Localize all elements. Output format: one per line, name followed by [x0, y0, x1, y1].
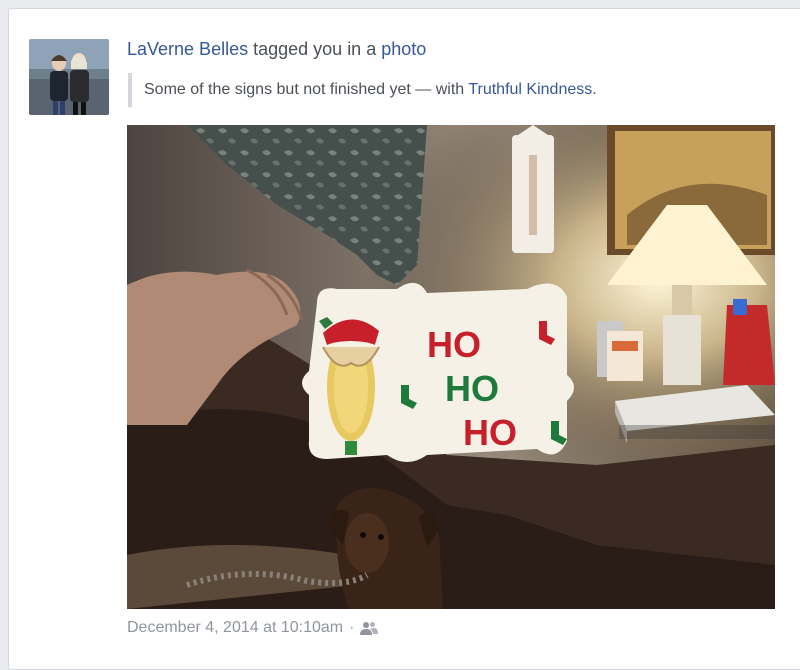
footer-separator: ·: [349, 619, 355, 636]
friends-icon[interactable]: [360, 621, 379, 635]
tagged-friend-link[interactable]: Truthful Kindness: [468, 81, 592, 98]
photo-link[interactable]: photo: [381, 39, 426, 59]
caption-text: Some of the signs but not finished yet —…: [144, 81, 465, 98]
timestamp-link[interactable]: December 4, 2014 at 10:10am: [127, 619, 343, 637]
story-footer: December 4, 2014 at 10:10am ·: [127, 619, 379, 637]
feed-story-card: LaVerne Belles tagged you in a photo Som…: [8, 8, 800, 670]
sign-line-2: HO: [445, 368, 499, 409]
sign-line-1: HO: [427, 324, 481, 365]
story-action-text: tagged you in a: [253, 39, 377, 59]
caption-end: .: [592, 81, 597, 98]
sign-line-3: HO: [463, 412, 517, 453]
tagged-photo[interactable]: HO HO HO: [127, 125, 775, 609]
actor-name-link[interactable]: LaVerne Belles: [127, 39, 248, 59]
actor-avatar[interactable]: [29, 39, 109, 115]
story-headline: LaVerne Belles tagged you in a photo: [127, 39, 426, 60]
photo-caption: Some of the signs but not finished yet —…: [128, 73, 597, 107]
